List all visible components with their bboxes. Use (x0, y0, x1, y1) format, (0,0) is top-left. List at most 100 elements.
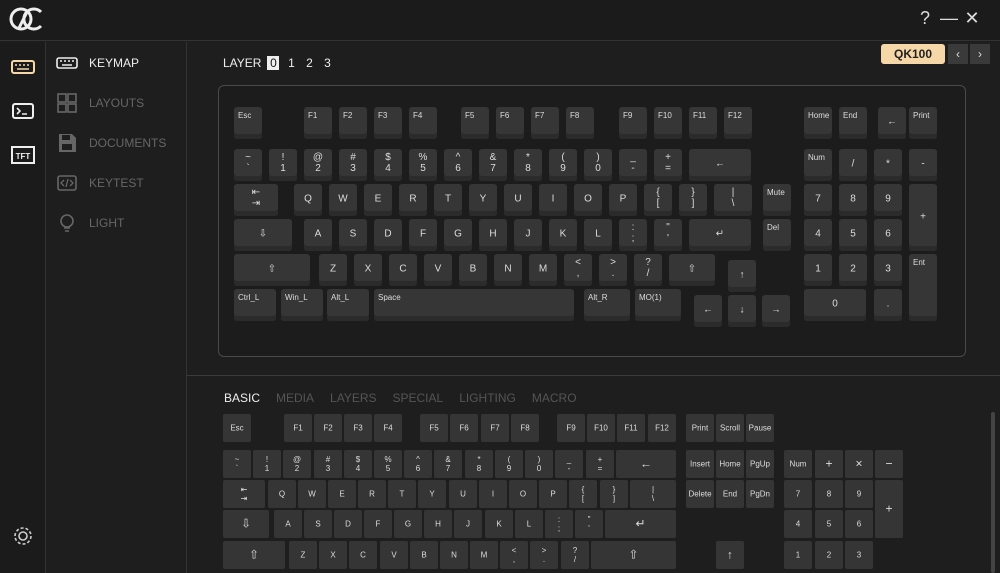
help-button[interactable]: ? (915, 8, 935, 28)
keymap-key[interactable]: A (304, 219, 332, 251)
keymap-key[interactable]: S (339, 219, 367, 251)
basic-key[interactable]: ↵ (605, 510, 676, 538)
basic-key[interactable]: | \ (630, 480, 676, 508)
basic-key[interactable]: Z (289, 541, 317, 569)
basic-key[interactable]: Pause (746, 414, 774, 442)
keymap-key[interactable]: Esc (234, 107, 262, 139)
tab-media[interactable]: MEDIA (276, 391, 314, 405)
basic-key[interactable]: Insert (686, 450, 714, 478)
keymap-key[interactable]: Alt_L (327, 289, 369, 321)
keymap-key[interactable]: Del (763, 219, 791, 251)
basic-key[interactable]: F2 (314, 414, 342, 442)
keymap-key[interactable]: W (329, 184, 357, 216)
keymap-key[interactable]: { [ (644, 184, 672, 216)
basic-key[interactable]: ( 9 (495, 450, 523, 478)
keymap-key[interactable]: Ent (909, 254, 937, 321)
basic-key[interactable]: # 3 (314, 450, 342, 478)
basic-key[interactable]: % 5 (374, 450, 402, 478)
keymap-key[interactable]: P (609, 184, 637, 216)
model-prev-button[interactable]: ‹ (948, 44, 968, 64)
keymap-key[interactable]: 5 (839, 219, 867, 251)
keymap-key[interactable]: ⇩ (234, 219, 292, 251)
basic-key[interactable]: Delete (686, 480, 714, 508)
keymap-key[interactable]: 0 (804, 289, 866, 321)
sidebar-item-keytest[interactable]: KEYTEST (56, 172, 184, 194)
keymap-key[interactable]: ↓ (728, 295, 756, 327)
layer-option-0[interactable]: 0 (267, 56, 280, 70)
basic-key[interactable]: F10 (587, 414, 615, 442)
gear-icon[interactable] (10, 525, 36, 547)
keymap-key[interactable]: Q (294, 184, 322, 216)
basic-key[interactable]: * 8 (465, 450, 493, 478)
basic-key[interactable]: F3 (344, 414, 372, 442)
keyboard-icon[interactable] (10, 56, 36, 78)
basic-key[interactable]: B (410, 541, 438, 569)
keymap-key[interactable]: * (874, 149, 902, 181)
basic-key[interactable]: PgUp (746, 450, 774, 478)
basic-key[interactable]: C (349, 541, 377, 569)
basic-key[interactable]: F (364, 510, 392, 538)
basic-key[interactable]: 4 (784, 510, 812, 538)
basic-key[interactable]: + (815, 450, 843, 478)
basic-key[interactable]: Num (784, 450, 812, 478)
keymap-key[interactable]: F9 (619, 107, 647, 139)
basic-key[interactable]: F5 (420, 414, 448, 442)
basic-key[interactable]: ^ 6 (404, 450, 432, 478)
keymap-key[interactable]: Home (804, 107, 832, 139)
keymap-key[interactable]: 7 (804, 184, 832, 216)
keymap-key[interactable]: B (459, 254, 487, 286)
keymap-key[interactable]: @ 2 (304, 149, 332, 181)
basic-key[interactable]: { [ (569, 480, 597, 508)
basic-key[interactable]: 2 (815, 541, 843, 569)
keymap-key[interactable]: T (434, 184, 462, 216)
keymap-key[interactable]: X (354, 254, 382, 286)
basic-key[interactable]: ⇩ (223, 510, 269, 538)
keymap-key[interactable]: ← (878, 107, 906, 139)
basic-key[interactable]: V (380, 541, 408, 569)
keymap-key[interactable]: Space (374, 289, 574, 321)
basic-key[interactable]: F9 (557, 414, 585, 442)
basic-key[interactable]: ⇧ (223, 541, 285, 569)
keymap-key[interactable]: G (444, 219, 472, 251)
keymap-key[interactable]: Num (804, 149, 832, 181)
keymap-key[interactable]: " ' (654, 219, 682, 251)
keymap-key[interactable]: Alt_R (584, 289, 630, 321)
basic-key[interactable]: ← (616, 450, 676, 478)
tab-special[interactable]: SPECIAL (393, 391, 444, 405)
keymap-key[interactable]: J (514, 219, 542, 251)
scrollbar[interactable] (991, 412, 995, 573)
basic-key[interactable]: F11 (617, 414, 645, 442)
basic-key[interactable]: E (328, 480, 356, 508)
keymap-key[interactable]: ~ ` (234, 149, 262, 181)
basic-key[interactable]: Home (716, 450, 744, 478)
keymap-key[interactable]: / (839, 149, 867, 181)
basic-key[interactable]: ? / (561, 541, 589, 569)
keymap-key[interactable]: F2 (339, 107, 367, 139)
keymap-key[interactable]: D (374, 219, 402, 251)
layer-option-1[interactable]: 1 (285, 56, 297, 70)
basic-key[interactable]: ) 0 (525, 450, 553, 478)
basic-key[interactable]: J (454, 510, 482, 538)
basic-key[interactable]: < , (500, 541, 528, 569)
keymap-key[interactable]: Y (469, 184, 497, 216)
keymap-key[interactable]: V (424, 254, 452, 286)
basic-key[interactable]: − (875, 450, 903, 478)
keymap-key[interactable]: L (584, 219, 612, 251)
basic-key[interactable]: K (485, 510, 513, 538)
keymap-key[interactable]: Mute (763, 184, 791, 216)
keymap-key[interactable]: F5 (461, 107, 489, 139)
keymap-key[interactable]: F11 (689, 107, 717, 139)
tft-icon[interactable]: TFT (10, 144, 36, 166)
basic-key[interactable]: U (449, 480, 477, 508)
keymap-key[interactable]: Ctrl_L (234, 289, 276, 321)
keymap-key[interactable]: F10 (654, 107, 682, 139)
keymap-key[interactable]: F (409, 219, 437, 251)
keymap-key[interactable]: ⇤ ⇥ (234, 184, 278, 216)
keymap-key[interactable]: < , (564, 254, 592, 286)
keymap-key[interactable]: ^ 6 (444, 149, 472, 181)
keymap-key[interactable]: ← (689, 149, 751, 181)
keymap-key[interactable]: - (909, 149, 937, 181)
basic-key[interactable]: X (319, 541, 347, 569)
sidebar-item-documents[interactable]: DOCUMENTS (56, 132, 184, 154)
basic-key[interactable]: Print (686, 414, 714, 442)
